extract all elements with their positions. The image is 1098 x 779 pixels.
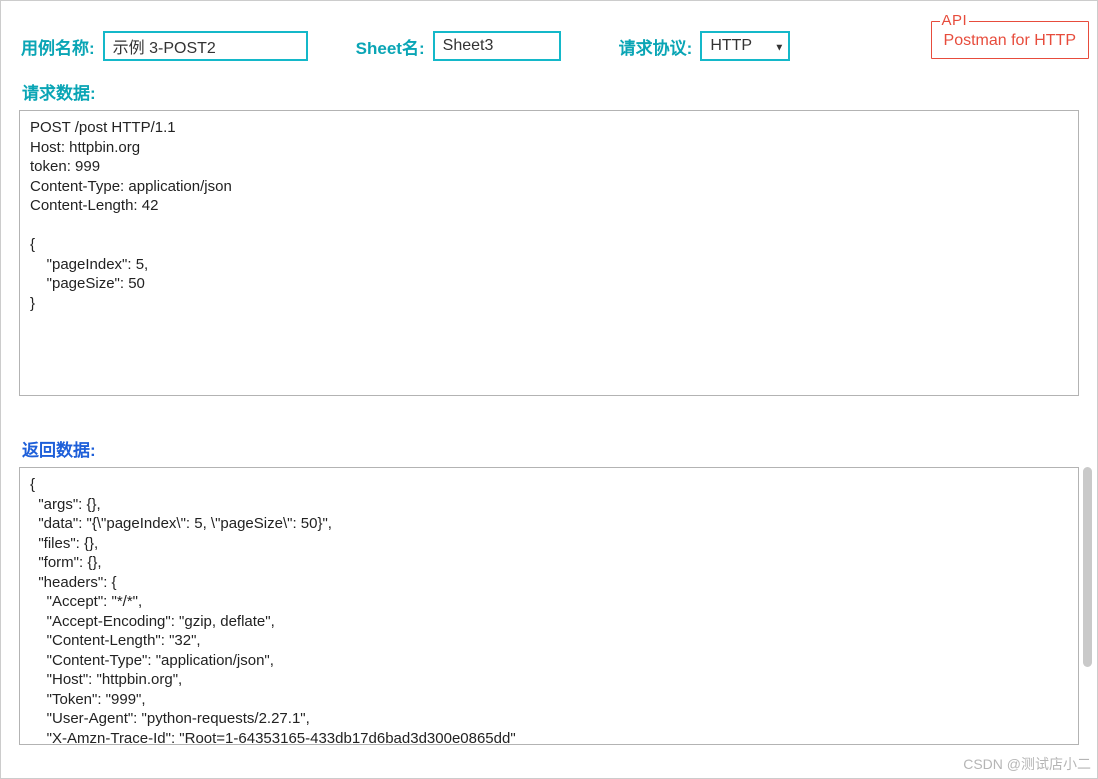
case-name-label: 用例名称: — [21, 34, 95, 59]
request-data-textarea[interactable]: POST /post HTTP/1.1 Host: httpbin.org to… — [19, 110, 1079, 396]
sheet-name-label: Sheet名: — [356, 34, 425, 59]
case-name-input[interactable] — [103, 31, 308, 61]
response-box-outer: { "args": {}, "data": "{\"pageIndex\": 5… — [19, 467, 1079, 745]
response-data-textarea[interactable]: { "args": {}, "data": "{\"pageIndex\": 5… — [19, 467, 1079, 745]
protocol-select[interactable] — [700, 31, 790, 61]
sheet-name-input[interactable] — [433, 31, 561, 61]
api-text: Postman for HTTP — [944, 32, 1076, 49]
response-section-label: 返回数据: — [22, 436, 1097, 461]
scrollbar-thumb[interactable] — [1083, 467, 1092, 667]
watermark-text: CSDN @测试店小二 — [963, 754, 1091, 774]
request-section-label: 请求数据: — [22, 79, 1097, 104]
protocol-select-wrap: ▼ — [700, 31, 790, 61]
api-info-box: API Postman for HTTP — [931, 21, 1089, 59]
request-box-outer: POST /post HTTP/1.1 Host: httpbin.org to… — [19, 110, 1079, 396]
spacer — [1, 396, 1097, 426]
api-legend: API — [940, 12, 970, 29]
protocol-label: 请求协议: — [619, 34, 693, 59]
scrollbar-track[interactable] — [1083, 467, 1093, 745]
